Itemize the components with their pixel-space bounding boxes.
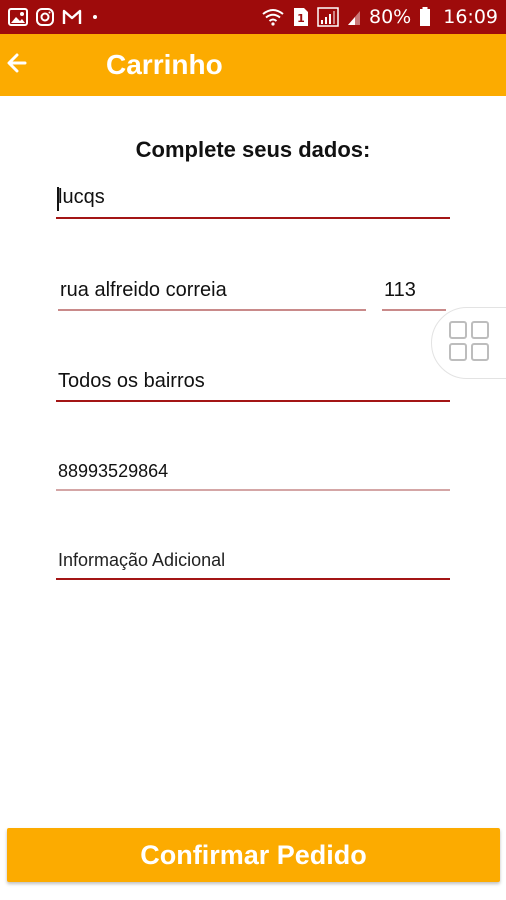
text-cursor [57, 187, 59, 211]
instagram-icon [36, 8, 54, 26]
status-bar-right: 1 80% 16:09 [261, 6, 498, 28]
phone-field[interactable] [56, 459, 450, 491]
street-field[interactable] [58, 277, 366, 311]
app-bar: Carrinho [0, 34, 506, 96]
arrow-left-icon [7, 52, 27, 79]
sim-icon: 1 [293, 7, 309, 27]
dot-icon [90, 12, 100, 22]
gmail-icon [62, 9, 82, 25]
battery-icon [419, 7, 431, 27]
house-number-field[interactable] [382, 277, 446, 311]
neighborhood-field[interactable] [56, 368, 450, 402]
additional-info-field[interactable] [56, 548, 450, 580]
image-icon [8, 8, 28, 26]
form-heading: Complete seus dados: [135, 137, 371, 162]
grid-icon [447, 319, 491, 368]
signal-strength-icon [347, 8, 361, 26]
page-title: Carrinho [106, 49, 223, 80]
sim-badge: 1 [297, 12, 305, 25]
floating-menu-button[interactable] [431, 307, 506, 379]
wifi-icon [261, 8, 285, 26]
name-field[interactable] [56, 183, 450, 219]
status-bar-left [8, 8, 100, 26]
battery-percentage: 80% [369, 6, 412, 28]
back-button[interactable] [2, 34, 32, 96]
clock: 16:09 [443, 6, 498, 28]
signal-icon [317, 7, 339, 27]
status-bar: 1 80% 16:09 [0, 0, 506, 34]
confirm-order-button[interactable]: Confirmar Pedido [7, 828, 500, 882]
